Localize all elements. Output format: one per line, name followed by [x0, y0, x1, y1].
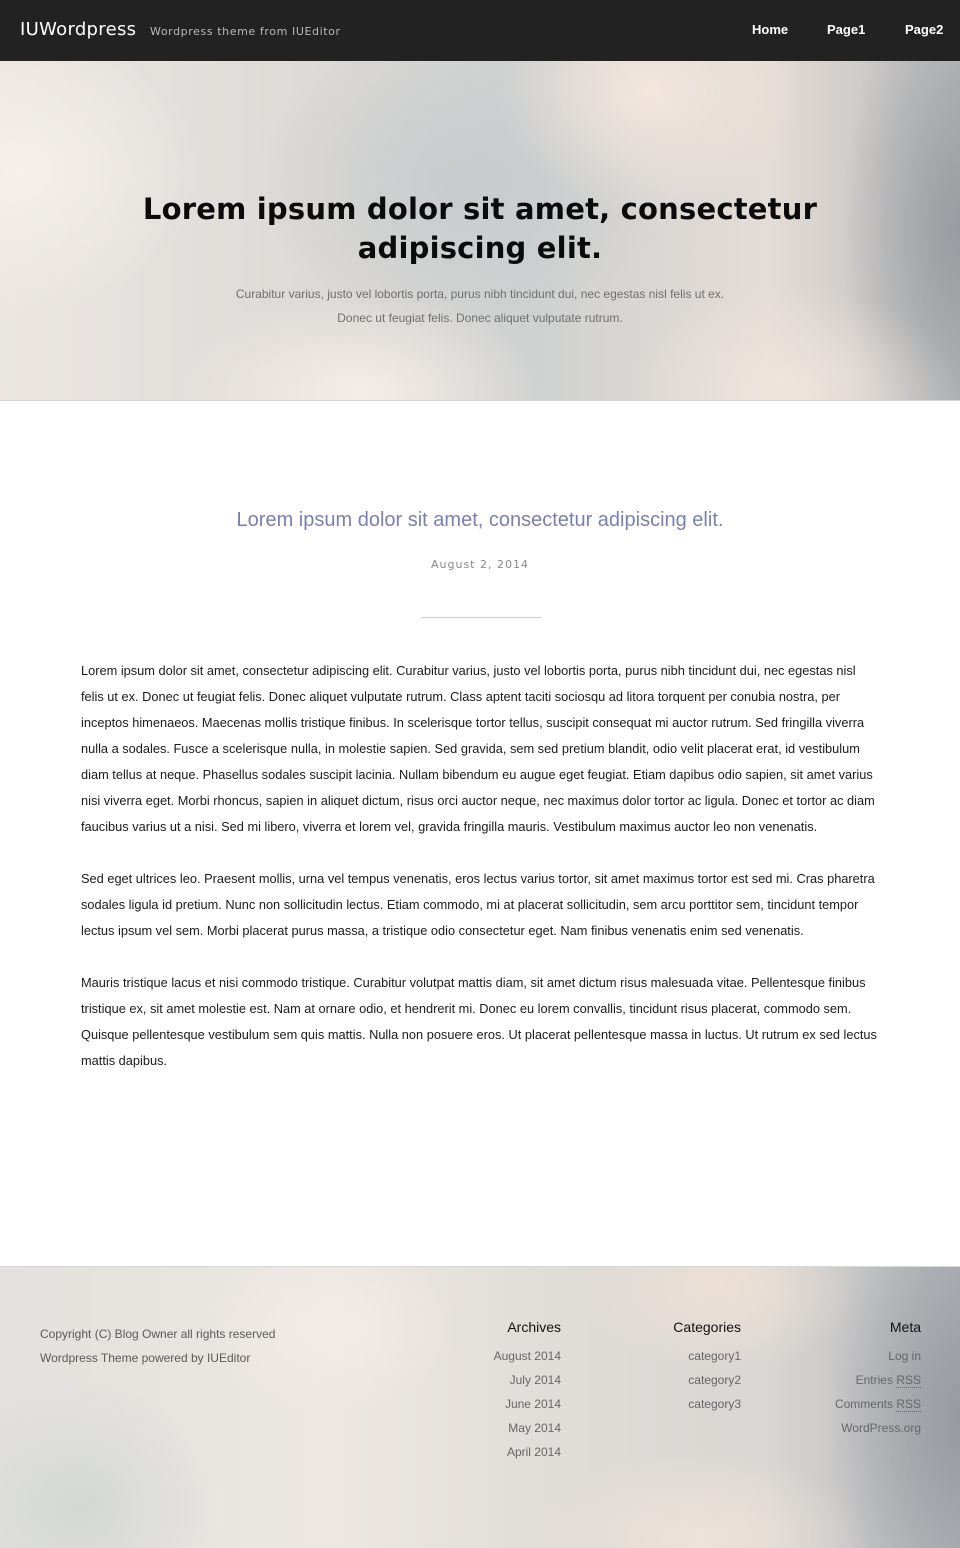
archives-list: August 2014 July 2014 June 2014 May 2014…	[400, 1344, 561, 1464]
nav-item-home[interactable]: Home	[752, 22, 788, 37]
entries-rss-link[interactable]: Entries RSS	[856, 1373, 921, 1388]
post-paragraph: Lorem ipsum dolor sit amet, consectetur …	[81, 663, 875, 834]
log-in-link[interactable]: Log in	[888, 1349, 921, 1363]
title-divider	[421, 617, 541, 618]
nav-item-page1[interactable]: Page1	[827, 22, 865, 37]
copyright-block: Copyright (C) Blog Owner all rights rese…	[40, 1322, 275, 1370]
meta-heading: Meta	[889, 1319, 921, 1335]
hero-bottom-border	[0, 400, 960, 401]
comments-rss-link[interactable]: Comments RSS	[835, 1397, 921, 1412]
category-link[interactable]: category1	[688, 1349, 741, 1363]
post-paragraph: Mauris tristique lacus et nisi commodo t…	[81, 975, 877, 1068]
comments-rss-prefix: Comments	[834, 1397, 897, 1411]
category-link[interactable]: category2	[688, 1373, 741, 1387]
nav-item-page2[interactable]: Page2	[905, 22, 943, 37]
entries-rss-prefix: Entries	[855, 1373, 897, 1387]
archive-link[interactable]: April 2014	[507, 1445, 561, 1459]
wordpress-org-link[interactable]: WordPress.org	[841, 1421, 921, 1435]
top-navbar: IUWordpress Wordpress theme from IUEdito…	[0, 0, 960, 61]
hero-subtitle-line: Donec ut feugiat felis. Donec aliquet vu…	[337, 311, 623, 325]
hero-subtitle-line: Curabitur varius, justo vel lobortis por…	[235, 287, 725, 301]
powered-by-text: Wordpress Theme powered by IUEditor	[40, 1351, 251, 1365]
post-content: Lorem ipsum dolor sit amet, consectetur …	[81, 658, 881, 1100]
categories-list: category1 category2 category3	[600, 1344, 741, 1416]
site-footer: Copyright (C) Blog Owner all rights rese…	[0, 1266, 960, 1548]
categories-heading: Categories	[673, 1319, 741, 1335]
hero-subtitle: Curabitur varius, justo vel lobortis por…	[180, 282, 780, 330]
archives-widget: Archives August 2014 July 2014 June 2014…	[400, 1319, 561, 1464]
archive-link[interactable]: July 2014	[510, 1373, 561, 1387]
site-title-link[interactable]: IUWordpress	[20, 19, 136, 40]
hero-title: Lorem ipsum dolor sit amet, consectetur …	[142, 192, 818, 265]
meta-list: Log in Entries RSS Comments RSS WordPres…	[780, 1344, 921, 1440]
rss-abbr: RSS	[896, 1397, 921, 1412]
hero-banner: Lorem ipsum dolor sit amet, consectetur …	[0, 61, 960, 401]
post-title-link[interactable]: Lorem ipsum dolor sit amet, consectetur …	[80, 509, 880, 532]
categories-widget: Categories category1 category2 category3	[600, 1319, 741, 1416]
archive-link[interactable]: June 2014	[505, 1397, 561, 1411]
category-link[interactable]: category3	[688, 1397, 741, 1411]
archive-link[interactable]: May 2014	[508, 1421, 561, 1435]
post-date: August 2, 2014	[431, 558, 529, 571]
archives-heading: Archives	[507, 1319, 561, 1335]
site-tagline: Wordpress theme from IUEditor	[150, 25, 341, 38]
archive-link[interactable]: August 2014	[494, 1349, 561, 1363]
post-paragraph: Sed eget ultrices leo. Praesent mollis, …	[81, 871, 875, 938]
copyright-text: Copyright (C) Blog Owner all rights rese…	[40, 1327, 276, 1341]
rss-abbr: RSS	[896, 1373, 921, 1388]
meta-widget: Meta Log in Entries RSS Comments RSS Wor…	[780, 1319, 921, 1440]
